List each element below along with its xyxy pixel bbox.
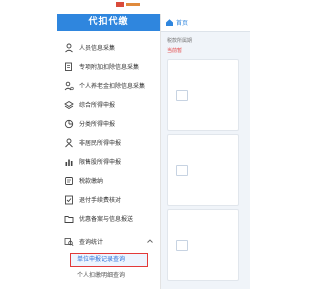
placeholder-icon [176, 90, 188, 101]
sidebar-header: 代扣代缴 [57, 14, 160, 31]
sidebar-item-nonresident-income[interactable]: 非居民所得申报 [57, 135, 160, 150]
tax-logo-icon [116, 2, 140, 7]
tab-bar: 首页 [161, 14, 250, 32]
sidebar-item-label: 分类所得申报 [79, 121, 116, 128]
home-icon[interactable] [165, 18, 174, 27]
sidebar-item-label: 个人养老金扣除信息采集 [79, 83, 146, 90]
receipt-icon [65, 176, 73, 185]
sidebar-item-special-deduction[interactable]: 专项附加扣除信息采集 [57, 59, 160, 74]
sidebar-group-label: 查询统计 [79, 239, 104, 246]
person-coin-icon [64, 81, 74, 90]
submenu-item-label: 单位申报记录查询 [77, 256, 126, 263]
check-doc-icon [65, 195, 73, 204]
sidebar-item-label: 综合所得申报 [79, 102, 116, 109]
sidebar-item-pension-deduction[interactable]: 个人养老金扣除信息采集 [57, 78, 160, 93]
app-frame: 代扣代缴 人员信息采集 专项附加扣除信息采集 个人养老金扣除信息采集 综合所得申… [0, 0, 250, 289]
content-card [167, 59, 239, 131]
sidebar: 代扣代缴 人员信息采集 专项附加扣除信息采集 个人养老金扣除信息采集 综合所得申… [57, 14, 161, 289]
sidebar-item-label: 优惠备案与信息报送 [79, 216, 134, 223]
sidebar-item-preferential-filing[interactable]: 优惠备案与信息报送 [57, 211, 160, 226]
bar-chart-icon [65, 159, 73, 166]
sidebar-item-personnel-info[interactable]: 人员信息采集 [57, 40, 160, 55]
layers-icon [64, 100, 74, 109]
pie-icon [64, 119, 74, 128]
submenu-item-personal-withholding-query[interactable]: 个人扣缴明细查询 [57, 269, 160, 283]
main-content: 首页 税款所属期 当前暂 [161, 14, 250, 289]
sidebar-item-tax-payment[interactable]: 税款缴纳 [57, 173, 160, 188]
logo-strip [57, 0, 160, 10]
placeholder-icon [176, 165, 188, 176]
chevron-up-icon[interactable] [146, 237, 154, 245]
content-card [167, 209, 239, 281]
sidebar-item-label: 退付手续费核对 [79, 197, 122, 204]
content-card [167, 134, 239, 206]
sidebar-item-label: 专项附加扣除信息采集 [79, 64, 140, 71]
folder-icon [64, 215, 74, 223]
sidebar-item-label: 人员信息采集 [79, 45, 116, 52]
placeholder-icon [176, 240, 188, 251]
sidebar-item-refund-fee-check[interactable]: 退付手续费核对 [57, 192, 160, 207]
submenu-item-label: 个人扣缴明细查询 [77, 272, 126, 279]
person-outline-icon [65, 138, 73, 147]
sidebar-item-category-income[interactable]: 分类所得申报 [57, 116, 160, 131]
alert-text: 当前暂 [167, 48, 183, 54]
query-icon [64, 237, 74, 246]
sidebar-item-label: 非居民所得申报 [79, 140, 122, 147]
sidebar-item-label: 限售股所得申报 [79, 159, 122, 166]
person-icon [65, 43, 73, 52]
sidebar-item-restricted-shares[interactable]: 限售股所得申报 [57, 154, 160, 169]
breadcrumb: 税款所属期 [167, 38, 193, 44]
submenu-item-unit-filing-query[interactable]: 单位申报记录查询 [70, 253, 148, 267]
sidebar-group-query-stats[interactable]: 查询统计 [57, 234, 160, 249]
tab-home[interactable]: 首页 [176, 18, 188, 27]
sidebar-item-label: 税款缴纳 [79, 178, 104, 185]
sidebar-item-comprehensive-income[interactable]: 综合所得申报 [57, 97, 160, 112]
documents-icon [65, 62, 72, 71]
